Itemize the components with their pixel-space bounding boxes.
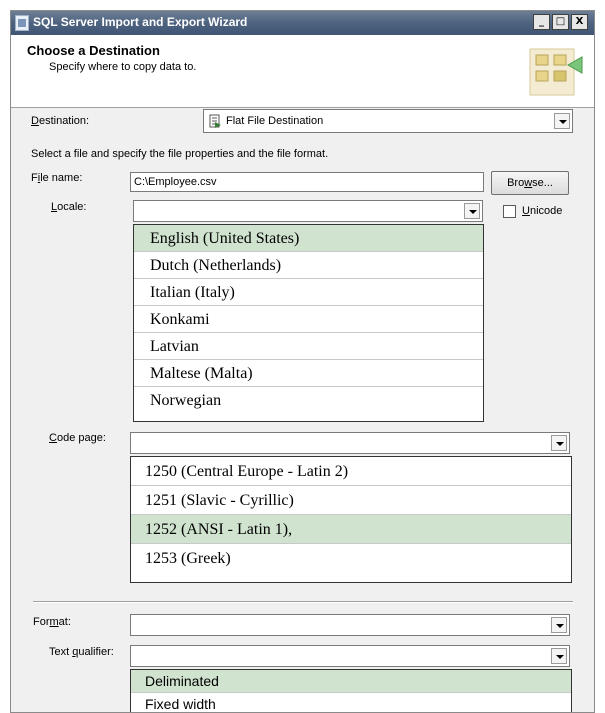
text-qualifier-dropdown-list: Deliminated Fixed width: [130, 669, 572, 712]
window-title: SQL Server Import and Export Wizard: [33, 15, 248, 29]
code-page-dropdown-list: 1250 (Central Europe - Latin 2) 1251 (Sla…: [130, 456, 572, 583]
browse-button[interactable]: Browse...: [491, 171, 569, 195]
unicode-label: Unicode: [522, 205, 563, 217]
list-item[interactable]: 1251 (Slavic - Cyrillic): [131, 486, 571, 515]
destination-label: Destination:: [31, 115, 90, 127]
close-button[interactable]: X: [571, 14, 588, 30]
text-qualifier-select[interactable]: [130, 645, 570, 667]
destination-value: Flat File Destination: [226, 115, 324, 127]
list-item[interactable]: Norwegian: [134, 387, 483, 414]
list-item[interactable]: Maltese (Malta): [134, 360, 483, 387]
text-qualifier-label: Text qualifier:: [49, 646, 114, 658]
file-name-value: C:\Employee.csv: [134, 176, 217, 188]
list-item[interactable]: Dutch (Netherlands): [134, 252, 483, 279]
format-select[interactable]: [130, 614, 570, 636]
wizard-destination-icon: [529, 48, 583, 96]
flat-file-icon: [209, 114, 221, 128]
format-label: Format:: [33, 616, 71, 628]
chevron-down-icon[interactable]: [551, 617, 567, 633]
chevron-down-icon[interactable]: [554, 113, 570, 129]
code-page-select[interactable]: [130, 432, 570, 454]
list-item[interactable]: Fixed width: [131, 693, 571, 712]
page-subtitle: Specify where to copy data to.: [49, 61, 197, 73]
maximize-button[interactable]: □: [552, 14, 569, 30]
chevron-down-icon[interactable]: [464, 203, 480, 219]
unicode-checkbox[interactable]: [503, 205, 516, 218]
app-icon: [15, 15, 29, 31]
locale-label: Locale:: [51, 201, 87, 213]
wizard-header: Choose a Destination Specify where to co…: [11, 35, 594, 108]
list-item[interactable]: Deliminated: [131, 670, 571, 693]
wizard-window: SQL Server Import and Export Wizard _ □ …: [10, 10, 595, 713]
file-name-input[interactable]: C:\Employee.csv: [130, 172, 484, 192]
list-item[interactable]: Konkami: [134, 306, 483, 333]
code-page-label: Code page:: [49, 432, 106, 444]
file-name-label: File name:: [31, 172, 83, 184]
minimize-button[interactable]: _: [533, 14, 550, 30]
list-item[interactable]: English (United States): [134, 225, 483, 252]
page-title: Choose a Destination: [27, 43, 160, 58]
instructions-text: Select a file and specify the file prope…: [31, 148, 329, 160]
list-item[interactable]: Italian (Italy): [134, 279, 483, 306]
chevron-down-icon[interactable]: [551, 435, 567, 451]
list-item[interactable]: Latvian: [134, 333, 483, 360]
list-item[interactable]: 1250 (Central Europe - Latin 2): [131, 457, 571, 486]
destination-select[interactable]: Flat File Destination: [203, 109, 573, 133]
window-controls: _ □ X: [533, 14, 588, 30]
list-item[interactable]: 1252 (ANSI - Latin 1),: [131, 515, 571, 544]
locale-dropdown-list: English (United States) Dutch (Netherland…: [133, 224, 484, 422]
locale-select[interactable]: [133, 200, 483, 222]
chevron-down-icon[interactable]: [551, 648, 567, 664]
title-bar[interactable]: SQL Server Import and Export Wizard _ □ …: [11, 11, 594, 35]
list-item[interactable]: 1253 (Greek): [131, 544, 571, 573]
section-separator: [33, 601, 573, 603]
